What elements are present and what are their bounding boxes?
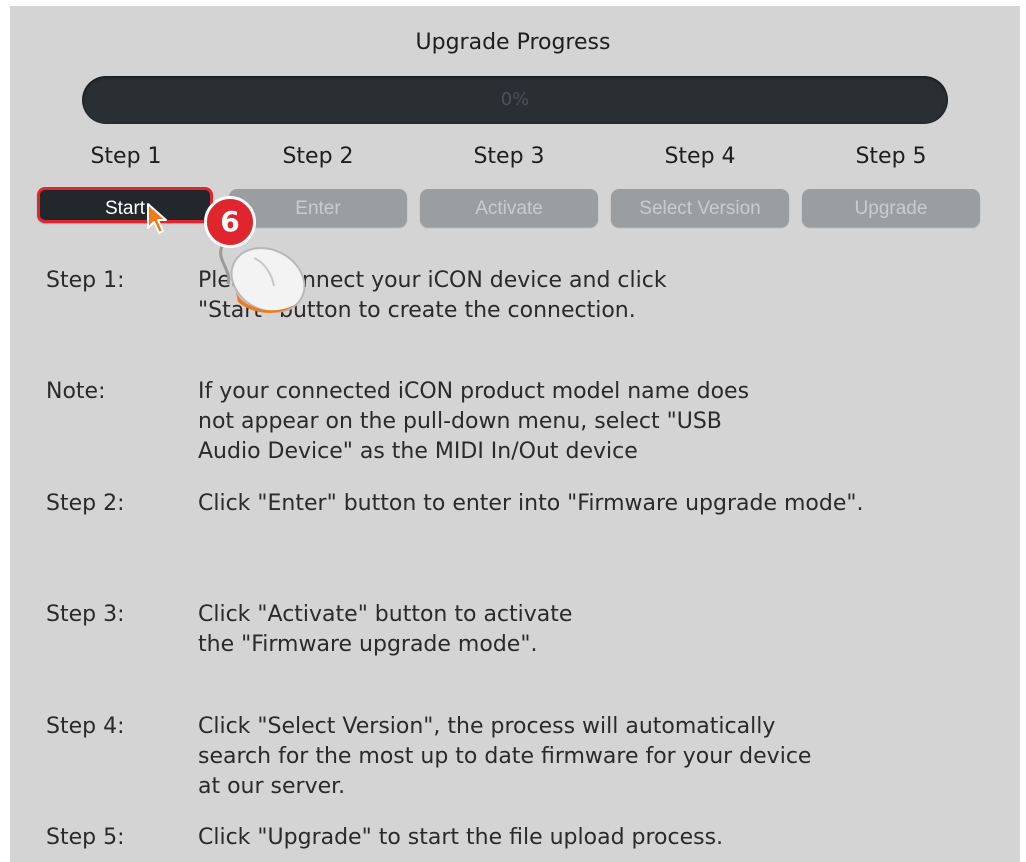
instruction-step-3-text: Click "Activate" button to activate the … [198,600,572,660]
window-title: Upgrade Progress [415,30,611,55]
step-number-badge: 6 [204,196,256,248]
instruction-line: If your connected iCON product model nam… [198,379,750,404]
instruction-line: Audio Device" as the MIDI In/Out device [198,439,638,464]
step-3-label: Step 3 [473,144,545,169]
step-1-label: Step 1 [90,144,162,169]
instruction-step-2-text: Click "Enter" button to enter into "Firm… [198,489,863,519]
select-version-button[interactable]: Select Version [611,189,789,227]
instruction-line: search for the most up to date firmware … [198,744,812,769]
step-4-label: Step 4 [664,144,736,169]
instruction-line: Click "Enter" button to enter into "Firm… [198,491,864,516]
instruction-line: at our server. [198,774,346,799]
instruction-step-5-text: Click "Upgrade" to start the file upload… [198,823,723,853]
mouse-icon [219,245,306,313]
instruction-step-1-label: Step 1: [46,268,125,293]
instruction-line: not appear on the pull-down menu, select… [198,409,722,434]
instruction-line: Click "Select Version", the process will… [198,714,776,739]
instruction-line: the "Firmware upgrade mode". [198,632,538,657]
upgrade-button[interactable]: Upgrade [802,189,980,227]
instruction-step-4-text: Click "Select Version", the process will… [198,712,811,802]
activate-button[interactable]: Activate [420,189,598,227]
progress-bar: 0% [82,76,948,124]
instruction-step-2-label: Step 2: [46,491,125,516]
instruction-step-3-label: Step 3: [46,602,125,627]
cursor-arrow-icon [147,203,167,234]
instruction-line: Click "Upgrade" to start the file upload… [198,825,724,850]
instruction-note-label: Note: [46,379,106,404]
step-5-label: Step 5 [855,144,927,169]
step-2-label: Step 2 [282,144,354,169]
instruction-step-4-label: Step 4: [46,714,125,739]
instruction-step-5-label: Step 5: [46,825,125,850]
instruction-note-text: If your connected iCON product model nam… [198,377,749,467]
start-button[interactable]: Start [37,187,213,223]
instruction-line: Click "Activate" button to activate [198,602,573,627]
progress-label: 0% [500,89,530,110]
